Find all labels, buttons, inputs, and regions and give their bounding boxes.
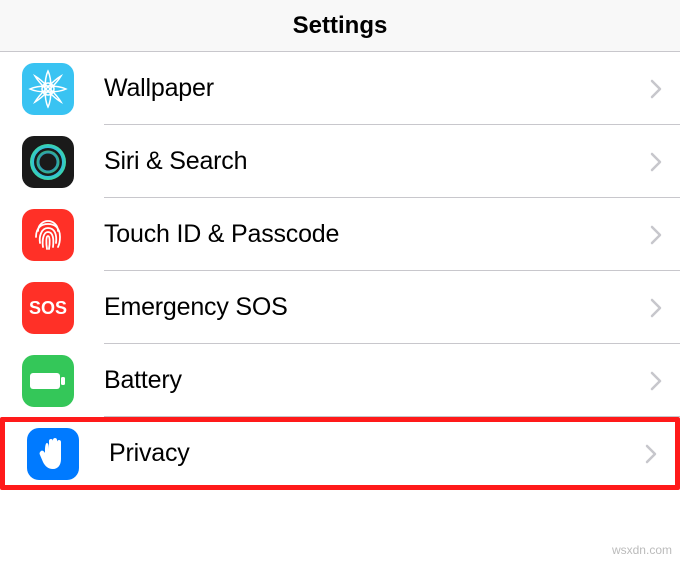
chevron-right-icon [645,444,657,464]
watermark: wsxdn.com [612,543,672,557]
row-label: Touch ID & Passcode [104,220,650,249]
row-label: Wallpaper [104,74,650,103]
chevron-right-icon [650,298,662,318]
settings-list: Wallpaper Siri & Search [0,52,680,490]
row-battery[interactable]: Battery [0,344,680,417]
battery-icon [22,355,74,407]
chevron-right-icon [650,225,662,245]
chevron-right-icon [650,371,662,391]
row-touch-id[interactable]: Touch ID & Passcode [0,198,680,271]
chevron-right-icon [650,152,662,172]
page-title: Settings [293,12,388,40]
row-siri-search[interactable]: Siri & Search [0,125,680,198]
row-label: Siri & Search [104,147,650,176]
row-label: Battery [104,366,650,395]
row-wallpaper[interactable]: Wallpaper [0,52,680,125]
wallpaper-icon [22,63,74,115]
row-emergency-sos[interactable]: SOS Emergency SOS [0,271,680,344]
siri-icon [22,136,74,188]
row-label: Privacy [109,439,645,468]
svg-text:SOS: SOS [29,298,67,318]
privacy-hand-icon [27,428,79,480]
header: Settings [0,0,680,52]
row-privacy[interactable]: Privacy [0,417,680,490]
chevron-right-icon [650,79,662,99]
sos-icon: SOS [22,282,74,334]
fingerprint-icon [22,209,74,261]
row-label: Emergency SOS [104,293,650,322]
